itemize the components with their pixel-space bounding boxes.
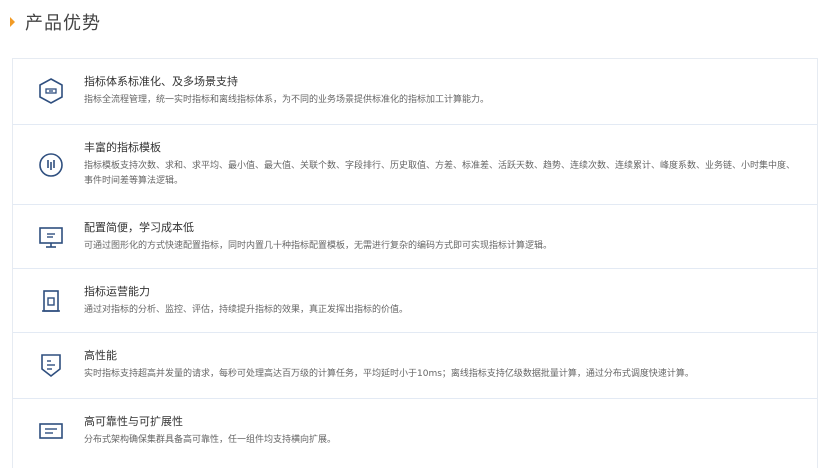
feature-title: 指标运营能力 [84,285,150,298]
feature-description: 分布式架构确保集群具备高可靠性，任一组件均支持横向扩展。 [84,435,337,445]
feature-description: 可通过图形化的方式快速配置指标，同时内置几十种指标配置模板，无需进行复杂的编码方… [84,241,553,251]
feature-title: 配置简便，学习成本低 [84,221,194,234]
section-title: 产品优势 [25,13,101,34]
feature-title: 指标体系标准化、及多场景支持 [84,75,238,88]
feature-row: 高可靠性与可扩展性 分布式架构确保集群具备高可靠性，任一组件均支持横向扩展。 [13,399,817,469]
feature-row: 丰富的指标模板 指标模板支持次数、求和、求平均、最小值、最大值、关联个数、字段排… [13,125,817,205]
feature-description: 指标全流程管理，统一实时指标和离线指标体系，为不同的业务场景提供标准化的指标加工… [84,95,490,105]
operation-frame-icon [37,287,65,315]
features-panel: 指标体系标准化、及多场景支持 指标全流程管理，统一实时指标和离线指标体系，为不同… [12,58,818,468]
performance-shield-icon [37,351,65,379]
feature-description: 指标模板支持次数、求和、求平均、最小值、最大值、关联个数、字段排行、历史取值、方… [84,161,796,186]
feature-title: 高性能 [84,349,117,362]
product-advantages-page: 产品优势 指标体系标准化、及多场景支持 指标全流程管理，统一实时指标和离线指标体… [0,0,828,468]
feature-title: 丰富的指标模板 [84,141,161,154]
feature-description: 实时指标支持超高并发量的请求，每秒可处理高达百万级的计算任务，平均延时小于10m… [84,369,694,379]
section-header: 产品优势 [10,10,101,34]
layers-hexagon-icon [37,77,65,105]
feature-row: 配置简便，学习成本低 可通过图形化的方式快速配置指标，同时内置几十种指标配置模板… [13,205,817,269]
monitor-icon [37,223,65,251]
feature-row: 高性能 实时指标支持超高并发量的请求，每秒可处理高达百万级的计算任务，平均延时小… [13,333,817,399]
server-box-icon [37,417,65,445]
template-circle-icon [37,151,65,179]
caret-right-icon [10,17,15,27]
feature-row: 指标体系标准化、及多场景支持 指标全流程管理，统一实时指标和离线指标体系，为不同… [13,59,817,125]
feature-row: 指标运营能力 通过对指标的分析、监控、评估，持续提升指标的效果，真正发挥出指标的… [13,269,817,333]
feature-title: 高可靠性与可扩展性 [84,415,183,428]
feature-description: 通过对指标的分析、监控、评估，持续提升指标的效果，真正发挥出指标的价值。 [84,305,409,315]
